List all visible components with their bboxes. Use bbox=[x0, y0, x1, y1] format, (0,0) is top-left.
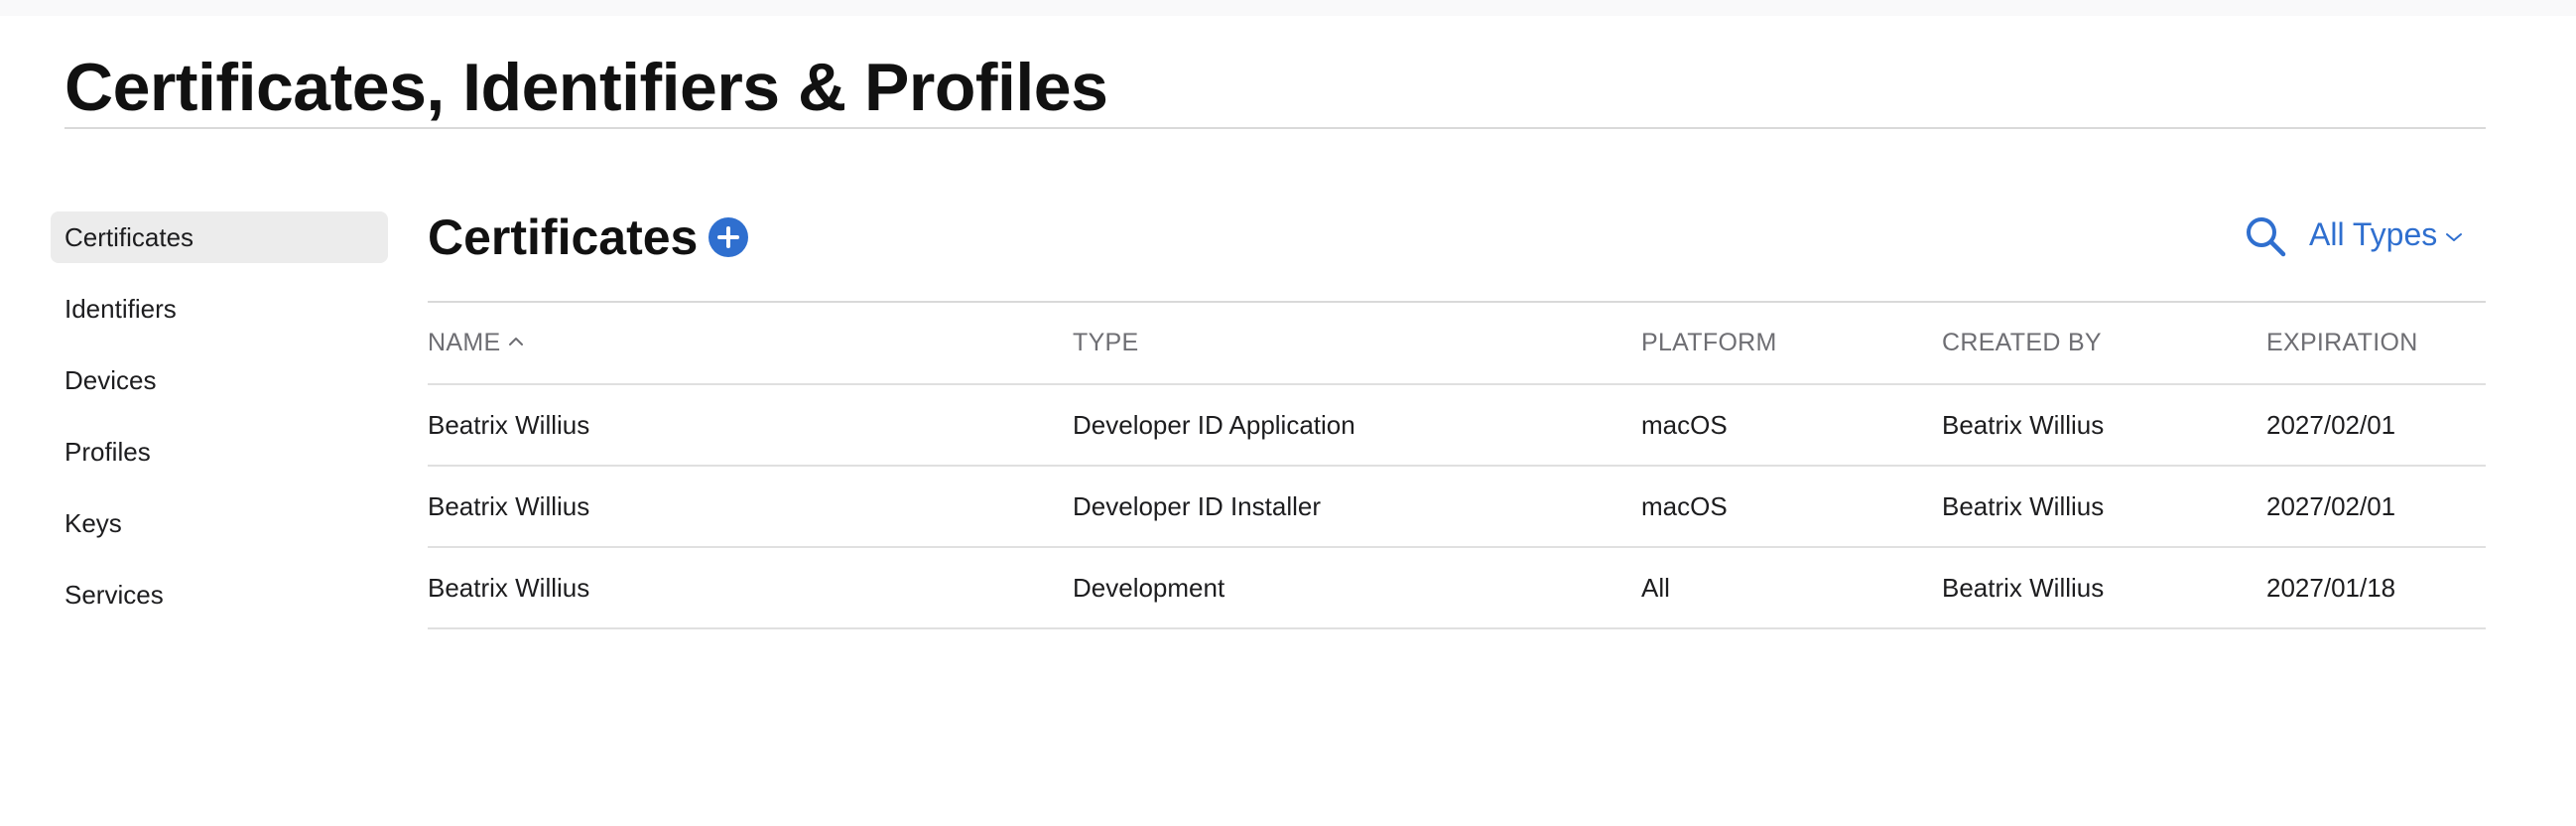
chevron-down-icon bbox=[2446, 232, 2463, 241]
cell-expiration: 2027/01/18 bbox=[2266, 547, 2486, 629]
cell-platform: All bbox=[1641, 547, 1942, 629]
table-header-row: NAME TYPE PLATFORM CREATED BY EXPIRATION bbox=[428, 303, 2486, 385]
type-filter-value: All Types bbox=[2309, 216, 2438, 252]
sidebar-item-certificates[interactable]: Certificates bbox=[51, 211, 388, 263]
column-header-created-by[interactable]: CREATED BY bbox=[1942, 303, 2266, 385]
table-row[interactable]: Beatrix Willius Development All Beatrix … bbox=[428, 547, 2486, 629]
column-header-type[interactable]: TYPE bbox=[1073, 303, 1641, 385]
sidebar-item-services[interactable]: Services bbox=[51, 569, 388, 620]
cell-name: Beatrix Willius bbox=[428, 547, 1073, 629]
type-filter-select[interactable]: All Types bbox=[2309, 212, 2463, 256]
cell-expiration: 2027/02/01 bbox=[2266, 466, 2486, 548]
main-content: Certificates All Types NAME TYPE PLATFOR… bbox=[428, 199, 2486, 629]
sidebar: Certificates Identifiers Devices Profile… bbox=[51, 211, 388, 640]
sidebar-item-identifiers[interactable]: Identifiers bbox=[51, 283, 388, 335]
cell-created-by: Beatrix Willius bbox=[1942, 466, 2266, 548]
column-header-expiration[interactable]: EXPIRATION bbox=[2266, 303, 2486, 385]
page-header: Certificates, Identifiers & Profiles bbox=[64, 48, 2486, 129]
add-certificate-button[interactable] bbox=[708, 217, 748, 257]
chevron-up-icon bbox=[509, 338, 524, 346]
column-header-name[interactable]: NAME bbox=[428, 303, 1073, 385]
table-row[interactable]: Beatrix Willius Developer ID Installer m… bbox=[428, 466, 2486, 548]
page-title: Certificates, Identifiers & Profiles bbox=[64, 50, 1108, 125]
cell-created-by: Beatrix Willius bbox=[1942, 384, 2266, 467]
table-row[interactable]: Beatrix Willius Developer ID Application… bbox=[428, 384, 2486, 467]
top-strip bbox=[0, 0, 2576, 16]
sidebar-item-profiles[interactable]: Profiles bbox=[51, 426, 388, 478]
sidebar-item-devices[interactable]: Devices bbox=[51, 354, 388, 406]
plus-circle-icon bbox=[717, 226, 739, 248]
cell-type: Developer ID Installer bbox=[1073, 466, 1641, 548]
sidebar-item-keys[interactable]: Keys bbox=[51, 497, 388, 549]
certificates-table: NAME TYPE PLATFORM CREATED BY EXPIRATION… bbox=[428, 303, 2486, 629]
cell-type: Developer ID Application bbox=[1073, 384, 1641, 467]
cell-platform: macOS bbox=[1641, 466, 1942, 548]
column-header-name-label: NAME bbox=[428, 329, 501, 356]
cell-name: Beatrix Willius bbox=[428, 384, 1073, 467]
cell-created-by: Beatrix Willius bbox=[1942, 547, 2266, 629]
cell-name: Beatrix Willius bbox=[428, 466, 1073, 548]
cell-type: Development bbox=[1073, 547, 1641, 629]
section-title: Certificates bbox=[428, 209, 699, 265]
column-header-platform[interactable]: PLATFORM bbox=[1641, 303, 1942, 385]
search-icon bbox=[2247, 217, 2286, 257]
content-header: Certificates All Types bbox=[428, 199, 2486, 303]
cell-platform: macOS bbox=[1641, 384, 1942, 467]
cell-expiration: 2027/02/01 bbox=[2266, 384, 2486, 467]
search-button[interactable] bbox=[2244, 214, 2287, 258]
